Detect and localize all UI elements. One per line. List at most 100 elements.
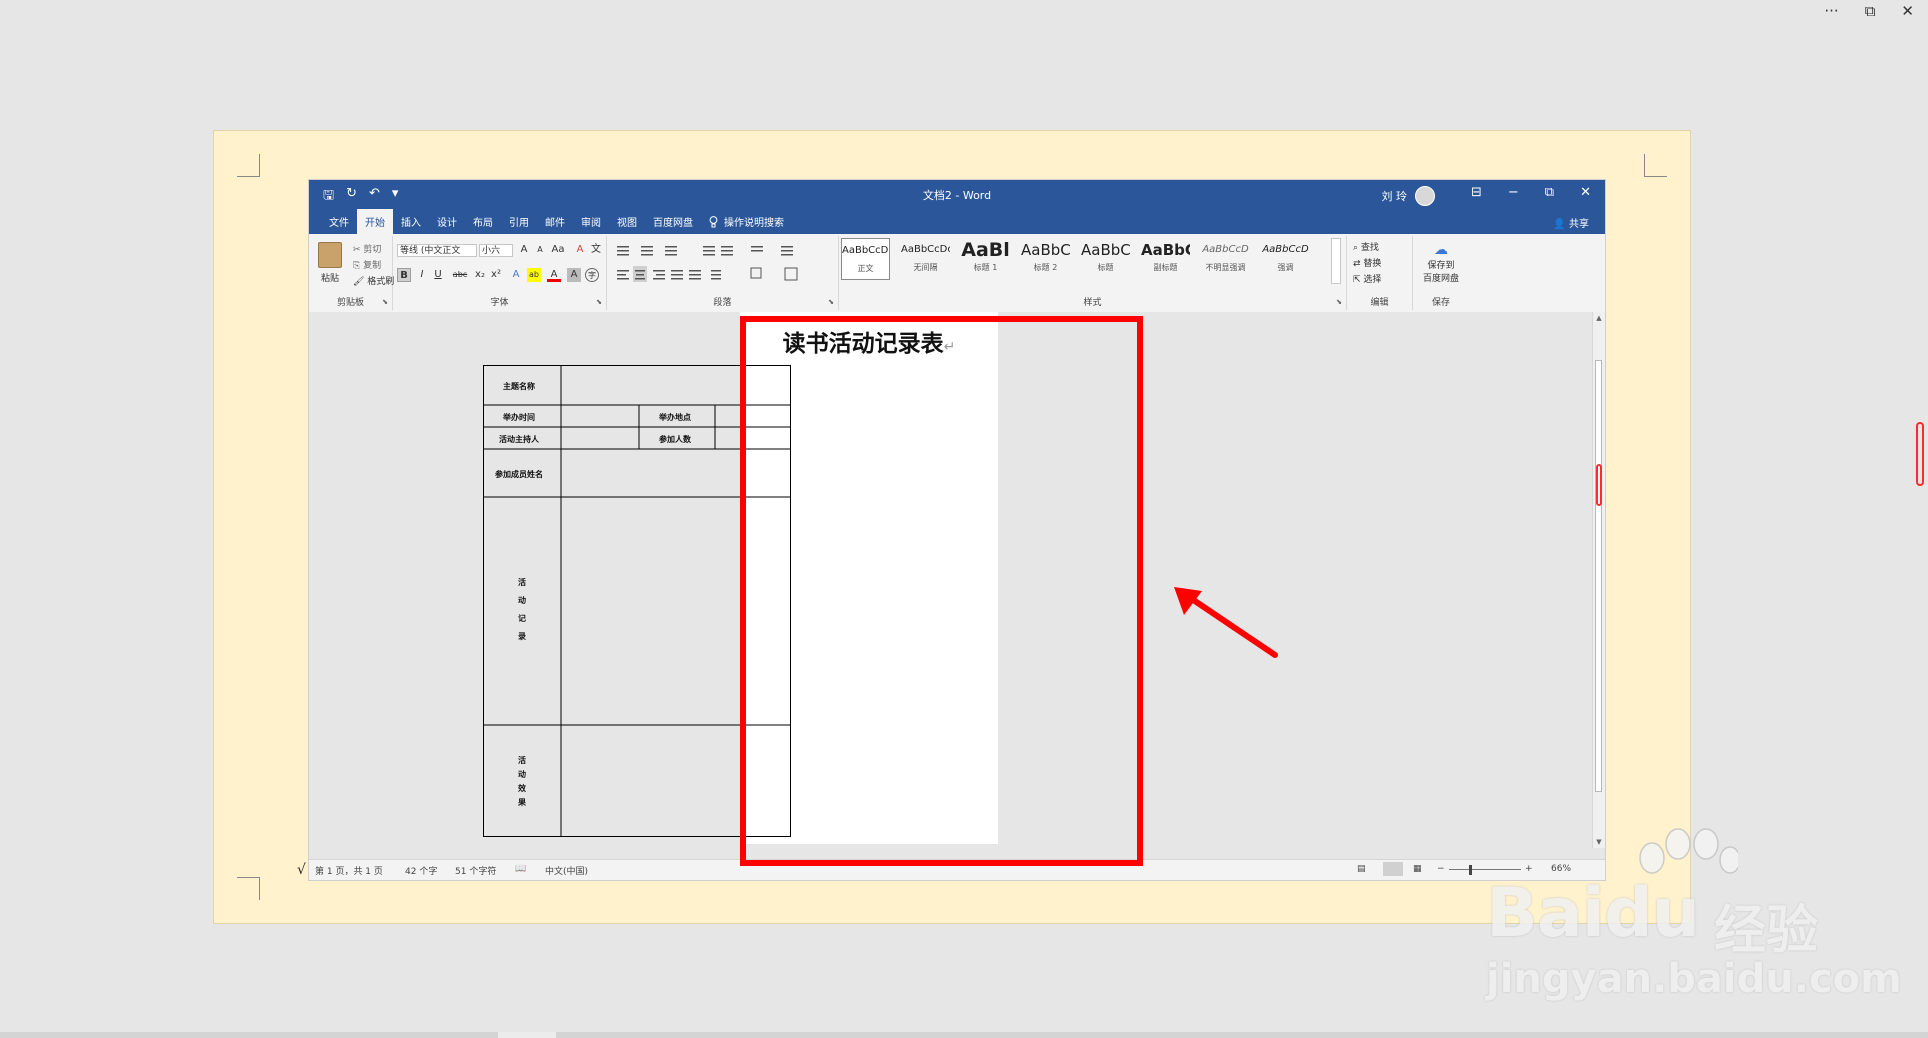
strikethrough-button[interactable]: abc bbox=[451, 268, 469, 282]
style-subtitle[interactable]: AaBbC 副标题 bbox=[1141, 238, 1190, 280]
tab-references[interactable]: 引用 bbox=[501, 209, 537, 234]
highlight-color-icon[interactable]: ab bbox=[527, 268, 541, 282]
paragraph-launcher-icon[interactable]: ⬊ bbox=[828, 298, 834, 306]
subscript-button[interactable]: x₂ bbox=[473, 268, 487, 282]
grow-font-icon[interactable]: A bbox=[517, 243, 531, 257]
underline-button[interactable]: U bbox=[431, 268, 445, 282]
editing-group-label: 编辑 bbox=[1370, 298, 1389, 308]
char-count[interactable]: 51 个字符 bbox=[455, 864, 496, 877]
read-mode-icon[interactable]: ▤ bbox=[1357, 864, 1366, 874]
tab-file[interactable]: 文件 bbox=[321, 209, 357, 234]
tab-mailings[interactable]: 邮件 bbox=[537, 209, 573, 234]
style-name: 正文 bbox=[857, 264, 874, 273]
bold-button[interactable]: B bbox=[397, 268, 411, 282]
enclose-characters-icon[interactable]: 字 bbox=[585, 268, 599, 282]
bottom-scrollbar[interactable] bbox=[0, 1032, 1928, 1038]
time-label: 举办时间 bbox=[502, 412, 535, 422]
ribbon-display-icon[interactable]: ⊟ bbox=[1471, 185, 1482, 200]
save-to-label: 保存到 bbox=[1427, 261, 1455, 271]
replace-button[interactable]: ⇄ 替换 bbox=[1353, 256, 1381, 269]
page-count[interactable]: 第 1 页，共 1 页 bbox=[315, 864, 383, 877]
tell-me-label: 操作说明搜索 bbox=[724, 218, 784, 229]
effect-label-1: 活 bbox=[518, 755, 526, 765]
minimize-icon[interactable]: − bbox=[1508, 185, 1519, 200]
font-name-select[interactable]: 等线 (中文正文 bbox=[397, 244, 477, 257]
zoom-slider-thumb[interactable] bbox=[1469, 865, 1472, 875]
lightbulb-icon bbox=[709, 215, 718, 227]
format-painter-label: 格式刷 bbox=[367, 277, 395, 287]
style-normal[interactable]: AaBbCcDc 正文 bbox=[841, 238, 890, 280]
restore-icon[interactable]: ⧉ bbox=[1545, 185, 1554, 200]
scrollbar-thumb[interactable] bbox=[1595, 360, 1602, 792]
font-size-select[interactable]: 小六 bbox=[479, 244, 513, 257]
style-title[interactable]: AaBbC 标题 bbox=[1081, 238, 1130, 280]
tab-layout[interactable]: 布局 bbox=[465, 209, 501, 234]
cut-button[interactable]: ✂ 剪切 bbox=[353, 242, 381, 255]
share-button[interactable]: 👤 共享 bbox=[1553, 215, 1589, 230]
select-button[interactable]: ⇱ 选择 bbox=[1353, 272, 1381, 285]
language[interactable]: 中文(中国) bbox=[545, 864, 588, 877]
print-layout-icon[interactable] bbox=[1383, 862, 1403, 876]
save-to-netdisk-button[interactable]: ☁ 保存到 百度网盘 bbox=[1419, 242, 1463, 284]
crop-mark-top-left bbox=[237, 154, 260, 177]
red-arrow-icon bbox=[1174, 587, 1278, 658]
more-options-icon[interactable]: ··· bbox=[1824, 2, 1838, 26]
italic-button[interactable]: I bbox=[415, 268, 429, 282]
crop-mark-bottom-left bbox=[237, 877, 260, 900]
count-label: 参加人数 bbox=[658, 434, 692, 444]
character-shading-icon[interactable]: A bbox=[567, 268, 581, 282]
word-count[interactable]: 42 个字 bbox=[405, 864, 437, 877]
clear-format-icon[interactable]: A bbox=[573, 243, 587, 257]
tell-me-search[interactable]: 操作说明搜索 bbox=[701, 209, 792, 234]
user-account[interactable]: 刘 玲 bbox=[1381, 186, 1435, 206]
shrink-font-icon[interactable]: A bbox=[533, 243, 547, 257]
word-window-buttons: ⊟ − ⧉ ✕ bbox=[1471, 185, 1591, 200]
tab-baidu-netdisk[interactable]: 百度网盘 bbox=[645, 209, 701, 234]
style-subtle-emphasis[interactable]: AaBbCcD 不明显强调 bbox=[1201, 238, 1250, 280]
close-icon[interactable]: ✕ bbox=[1580, 185, 1591, 200]
superscript-button[interactable]: x² bbox=[489, 268, 503, 282]
topic-label: 主题名称 bbox=[503, 381, 535, 391]
red-highlight-frame bbox=[740, 316, 1143, 866]
replace-icon: ⇄ bbox=[1353, 259, 1361, 269]
close-window-icon[interactable]: ✕ bbox=[1901, 2, 1914, 26]
avatar[interactable] bbox=[1415, 186, 1435, 206]
font-color-icon[interactable]: A bbox=[547, 268, 561, 282]
tab-home[interactable]: 开始 bbox=[357, 209, 393, 234]
proofing-icon[interactable]: 📖 bbox=[515, 864, 526, 874]
phonetic-guide-icon[interactable]: 文 bbox=[589, 243, 603, 257]
find-button[interactable]: ⌕ 查找 bbox=[1353, 240, 1379, 253]
tab-design[interactable]: 设计 bbox=[429, 209, 465, 234]
copy-button[interactable]: ⎘ 复制 bbox=[353, 258, 381, 271]
tab-insert[interactable]: 插入 bbox=[393, 209, 429, 234]
zoom-out-button[interactable]: − bbox=[1437, 864, 1445, 874]
format-painter-button[interactable]: 🖌 格式刷 bbox=[353, 274, 394, 287]
bottom-scrollbar-thumb[interactable] bbox=[498, 1032, 556, 1038]
crop-mark-top-right bbox=[1644, 154, 1667, 177]
clipboard-launcher-icon[interactable]: ⬊ bbox=[382, 298, 388, 306]
outer-window-controls: ··· ⧉ ✕ bbox=[1810, 0, 1928, 28]
baidu-jingyan-watermark: Baidu 经验 jingyan.baidu.com bbox=[1486, 828, 1902, 1002]
style-heading-2[interactable]: AaBbC 标题 2 bbox=[1021, 238, 1070, 280]
tab-review[interactable]: 审阅 bbox=[573, 209, 609, 234]
paragraph-tools[interactable] bbox=[611, 242, 831, 282]
styles-gallery-scroll[interactable] bbox=[1331, 238, 1341, 284]
styles-launcher-icon[interactable]: ⬊ bbox=[1336, 298, 1342, 306]
change-case-icon[interactable]: Aa bbox=[551, 243, 565, 257]
font-launcher-icon[interactable]: ⬊ bbox=[596, 298, 602, 306]
style-no-spacing[interactable]: AaBbCcDc 无间隔 bbox=[901, 238, 950, 280]
style-sample: AaBbC bbox=[1021, 241, 1070, 259]
copy-label: 复制 bbox=[363, 261, 382, 271]
style-emphasis[interactable]: AaBbCcD 强调 bbox=[1261, 238, 1310, 280]
web-layout-icon[interactable]: ▦ bbox=[1413, 864, 1422, 874]
vertical-scrollbar[interactable]: ▲ ▼ bbox=[1592, 312, 1605, 848]
select-label: 选择 bbox=[1363, 275, 1382, 285]
paste-button[interactable]: 粘贴 bbox=[317, 242, 343, 286]
user-name: 刘 玲 bbox=[1381, 190, 1408, 203]
restore-window-icon[interactable]: ⧉ bbox=[1865, 2, 1876, 26]
clipboard-group: 粘贴 ✂ 剪切 ⎘ 复制 🖌 格式刷 剪贴板 ⬊ bbox=[309, 236, 394, 310]
style-heading-1[interactable]: AaBl 标题 1 bbox=[961, 238, 1010, 280]
tab-view[interactable]: 视图 bbox=[609, 209, 645, 234]
scroll-up-icon[interactable]: ▲ bbox=[1593, 314, 1605, 322]
text-effects-icon[interactable]: A bbox=[509, 268, 523, 282]
